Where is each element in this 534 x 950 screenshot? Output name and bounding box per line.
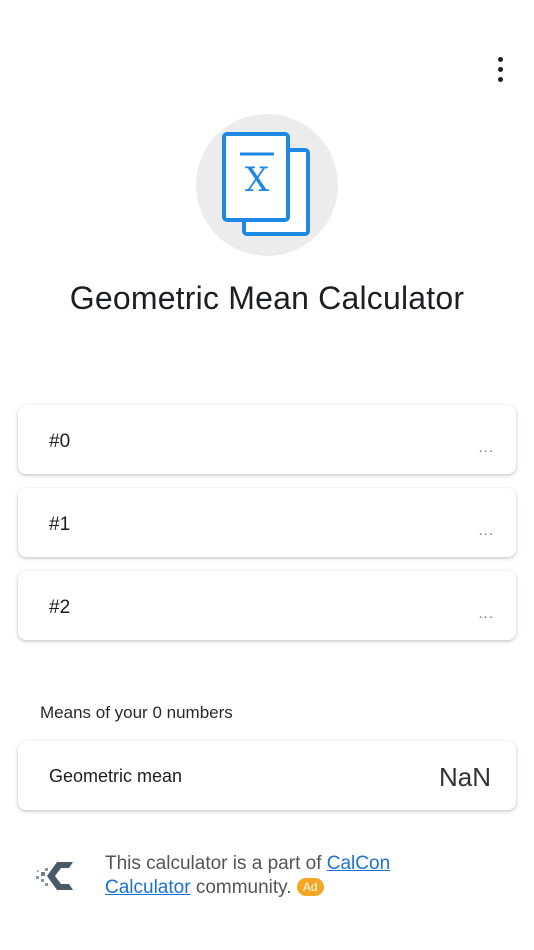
number-input-0[interactable]: #0 ... [18, 405, 516, 474]
app-logo: X [196, 114, 338, 256]
calcon-logo-icon [36, 862, 73, 890]
number-input-1[interactable]: #1 ... [18, 488, 516, 557]
input-placeholder: ... [478, 439, 494, 456]
input-placeholder: ... [478, 522, 494, 539]
ad-badge: Ad [296, 878, 324, 896]
more-vert-icon [497, 56, 503, 62]
result-label: Geometric mean [49, 766, 183, 786]
calculator-link[interactable]: Calculator [105, 877, 191, 898]
geometric-mean-result: Geometric mean NaN [18, 741, 516, 810]
input-label: #2 [49, 597, 71, 618]
svg-text:X: X [245, 160, 270, 200]
calcon-link[interactable]: CalCon [327, 853, 390, 874]
number-input-2[interactable]: #2 ... [18, 571, 516, 640]
input-label: #0 [49, 431, 71, 452]
x-bar-icon: X [222, 132, 310, 236]
result-value: NaN [438, 762, 491, 792]
page-title: Geometric Mean Calculator [69, 280, 465, 316]
footer-community-note: This calculator is a part of CalCon Calcu… [105, 853, 391, 898]
more-options-button[interactable] [484, 52, 516, 86]
means-section-label: Means of your 0 numbers [40, 703, 233, 722]
input-placeholder: ... [478, 605, 494, 622]
input-label: #1 [49, 514, 71, 535]
